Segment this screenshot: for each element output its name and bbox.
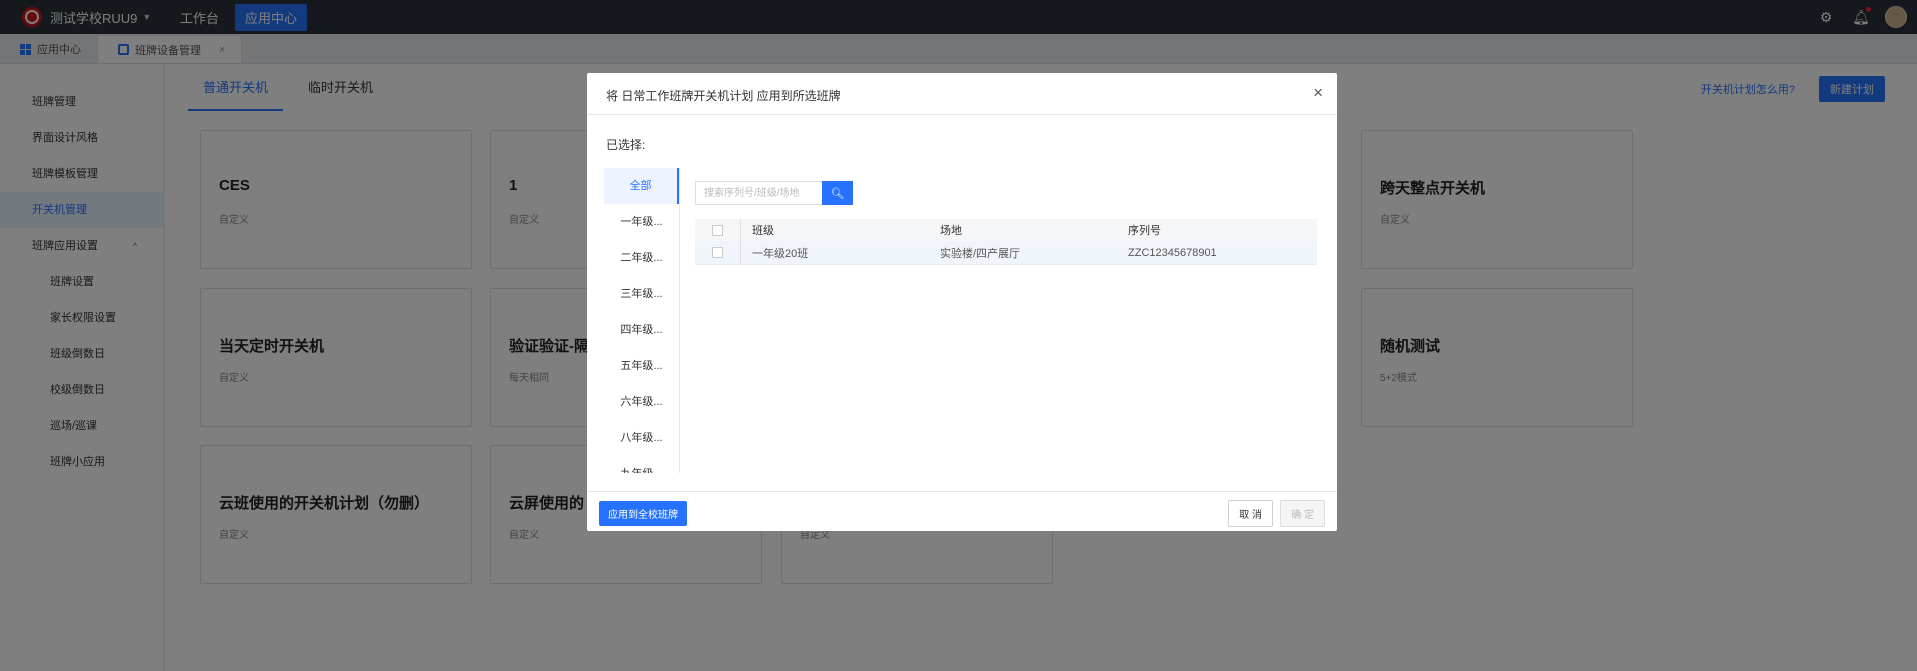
column-header-serial: 序列号 bbox=[1128, 225, 1161, 237]
select-all-checkbox[interactable] bbox=[712, 224, 723, 236]
search-icon: 🔍︎ bbox=[830, 187, 845, 200]
search-input[interactable] bbox=[695, 181, 822, 205]
table-header: 班级 场地 序列号 bbox=[695, 219, 1317, 241]
search-bar: 🔍︎ bbox=[695, 181, 853, 205]
apply-to-all-button[interactable]: 应用到全校班牌 bbox=[599, 501, 687, 526]
table-row[interactable]: 一年级20班 实验楼/四产展厅 ZZC12345678901 bbox=[695, 241, 1317, 265]
grade-item[interactable]: 三年级... bbox=[604, 276, 679, 312]
board-table: 班级 场地 序列号 一年级20班 实验楼/四产展厅 ZZC12345678901 bbox=[695, 219, 1317, 265]
search-button[interactable]: 🔍︎ bbox=[822, 181, 853, 205]
dialog-header: 将 日常工作班牌开关机计划 应用到所选班牌 × bbox=[587, 73, 1337, 115]
grade-list: 全部 一年级... 二年级... 三年级... 四年级... 五年级... 六年… bbox=[604, 168, 680, 473]
cancel-button[interactable]: 取 消 bbox=[1228, 500, 1273, 527]
grade-item[interactable]: 六年级... bbox=[604, 384, 679, 420]
grade-item[interactable]: 四年级... bbox=[604, 312, 679, 348]
grade-item[interactable]: 九年级... bbox=[604, 456, 679, 473]
selected-label: 已选择: bbox=[606, 138, 646, 152]
confirm-button[interactable]: 确 定 bbox=[1280, 500, 1325, 527]
apply-plan-dialog: 将 日常工作班牌开关机计划 应用到所选班牌 × 已选择: 全部 一年级... 二… bbox=[587, 73, 1337, 531]
column-header-class: 班级 bbox=[752, 225, 774, 237]
cell-class: 一年级20班 bbox=[752, 247, 809, 260]
grade-item[interactable]: 八年级... bbox=[604, 420, 679, 456]
cell-site: 实验楼/四产展厅 bbox=[940, 247, 1021, 260]
row-select-cell bbox=[695, 241, 741, 264]
column-header-site: 场地 bbox=[940, 225, 962, 237]
grade-item[interactable]: 二年级... bbox=[604, 240, 679, 276]
select-all-cell bbox=[695, 219, 741, 241]
grade-item-all[interactable]: 全部 bbox=[604, 168, 679, 204]
cell-serial: ZZC12345678901 bbox=[1128, 246, 1217, 259]
grade-item[interactable]: 一年级... bbox=[604, 204, 679, 240]
dialog-footer: 应用到全校班牌 取 消 确 定 bbox=[587, 491, 1337, 531]
close-icon[interactable]: × bbox=[1313, 84, 1323, 101]
row-checkbox[interactable] bbox=[712, 247, 723, 258]
grade-item[interactable]: 五年级... bbox=[604, 348, 679, 384]
dialog-title: 将 日常工作班牌开关机计划 应用到所选班牌 bbox=[606, 89, 841, 103]
